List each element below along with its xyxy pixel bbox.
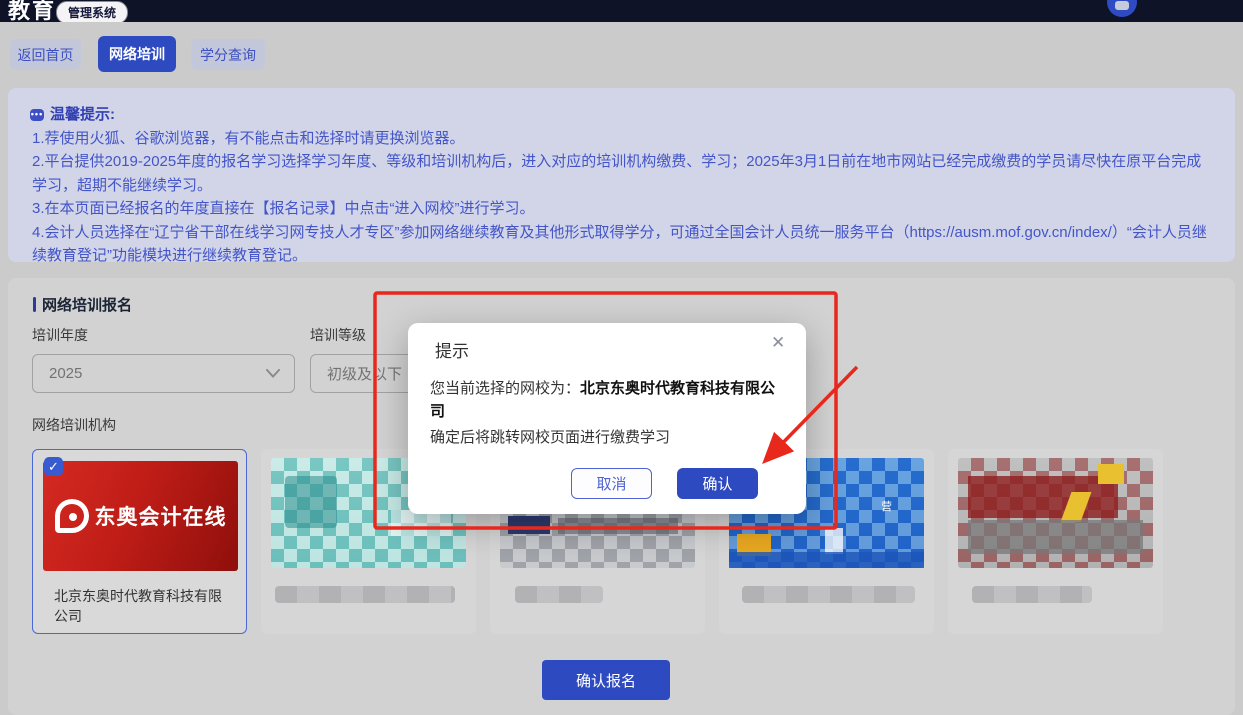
nav-return-home-button[interactable]: 返回首页 xyxy=(10,39,81,70)
app-title: 教育 xyxy=(8,0,56,22)
blurred-logo xyxy=(958,458,1153,568)
org-card-dongao[interactable]: ✓ 东奥会计在线 北京东奥时代教育科技有限公司 xyxy=(32,449,247,634)
cancel-button[interactable]: 取消 xyxy=(571,468,652,499)
training-year-label: 培训年度 xyxy=(32,325,88,345)
notice-box: ••• 温馨提示: 1.荐使用火狐、谷歌浏览器，有不能点击和选择时请更换浏览器。… xyxy=(8,88,1235,262)
blurred-text xyxy=(742,586,915,603)
nav-credit-query-button[interactable]: 学分查询 xyxy=(191,39,265,70)
org-logo-dongao: 东奥会计在线 xyxy=(43,461,238,571)
avatar-glyph xyxy=(1115,1,1129,10)
confirm-button[interactable]: 确认 xyxy=(677,468,758,499)
training-org-label: 网络培训机构 xyxy=(32,415,116,435)
org-name: 北京东奥时代教育科技有限公司 xyxy=(54,586,234,626)
page: 教育 管理系统 返回首页 网络培训 学分查询 ••• 温馨提示: 1.荐使用火狐… xyxy=(0,0,1243,715)
training-year-select[interactable]: 2025 xyxy=(32,354,295,393)
blurred-text xyxy=(972,586,1092,603)
dialog-message-line2: 确定后将跳转网校页面进行缴费学习 xyxy=(430,426,786,449)
dongao-d-icon xyxy=(55,499,89,533)
notice-line-1: 1.荐使用火狐、谷歌浏览器，有不能点击和选择时请更换浏览器。 xyxy=(30,127,1215,151)
training-level-label: 培训等级 xyxy=(310,325,366,345)
checkbox-checked-icon[interactable]: ✓ xyxy=(44,457,63,476)
chevron-down-icon xyxy=(266,369,280,378)
blurred-text xyxy=(275,586,455,603)
notice-title: 温馨提示: xyxy=(50,103,115,127)
message-dots-icon: ••• xyxy=(30,109,44,121)
user-avatar-icon[interactable] xyxy=(1107,0,1137,17)
nav-online-training-tab[interactable]: 网络培训 xyxy=(98,36,176,72)
dialog-title: 提示 xyxy=(435,337,469,362)
blurred-text xyxy=(515,586,603,603)
notice-line-2: 2.平台提供2019-2025年度的报名学习选择学习年度、等级和培训机构后，进入… xyxy=(30,150,1215,197)
notice-line-3: 3.在本页面已经报名的年度直接在【报名记录】中点击“进入网校”进行学习。 xyxy=(30,197,1215,221)
section-title: 网络培训报名 xyxy=(33,294,132,315)
notice-line-4: 4.会计人员选择在“辽宁省干部在线学习网专技人才专区”参加网络继续教育及其他形式… xyxy=(30,221,1215,268)
section-title-bar xyxy=(33,297,36,312)
close-icon[interactable]: ✕ xyxy=(771,333,785,353)
org-card-redacted-5[interactable] xyxy=(948,449,1163,634)
confirm-registration-button[interactable]: 确认报名 xyxy=(542,660,670,700)
dialog-message-prefix: 您当前选择的网校为： xyxy=(430,380,580,397)
confirm-dialog: 提示 ✕ 您当前选择的网校为：北京东奥时代教育科技有限公司 确定后将跳转网校页面… xyxy=(408,323,806,514)
system-badge: 管理系统 xyxy=(56,1,128,22)
app-header: 教育 管理系统 xyxy=(0,0,1243,22)
dialog-message: 您当前选择的网校为：北京东奥时代教育科技有限公司 确定后将跳转网校页面进行缴费学… xyxy=(430,377,786,449)
